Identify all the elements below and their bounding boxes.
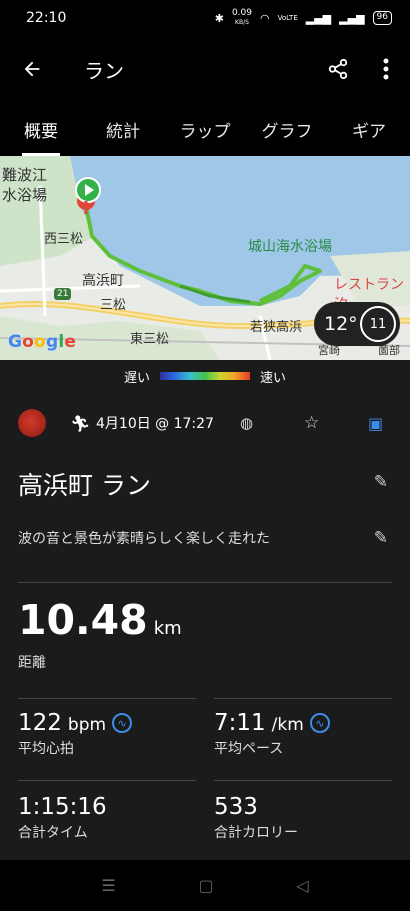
- tab-gear[interactable]: ギア: [328, 102, 410, 156]
- legend-slow-label: 遅い: [123, 370, 150, 386]
- more-vert-icon: [383, 58, 389, 80]
- map-label-shiroyama: 城山海水浴場: [248, 239, 332, 255]
- hr-unit: bpm: [67, 715, 107, 735]
- stat-pace: 7:11/km ∿ 平均ペース: [214, 710, 392, 770]
- map-label-takahama: 高浜町: [82, 273, 124, 289]
- heart-rate-zone-icon[interactable]: ∿: [112, 713, 133, 733]
- calories-value: 533: [214, 794, 258, 820]
- stat-total-time: 1:15:16 合計タイム: [18, 794, 196, 854]
- edit-title-icon[interactable]: ✎: [374, 472, 388, 492]
- uv-index-icon: 11: [360, 306, 396, 342]
- menu-icon[interactable]: ☰: [101, 876, 115, 895]
- calories-label: 合計カロリー: [214, 825, 298, 841]
- tab-bar: 概要 統計 ラップ グラフ ギア: [0, 102, 410, 156]
- back-triangle-icon[interactable]: ◁: [296, 876, 308, 895]
- signal-icon: ▂▄▆: [305, 11, 332, 25]
- run-icon: 🏃︎: [70, 413, 91, 433]
- pace-label: 平均ペース: [214, 741, 284, 757]
- stat-heart-rate: 122 bpm ∿ 平均心拍: [18, 710, 196, 770]
- edit-description-icon[interactable]: ✎: [374, 528, 388, 548]
- google-logo: Google: [8, 332, 77, 352]
- tab-overview[interactable]: 概要: [0, 102, 82, 156]
- divider: [214, 780, 392, 781]
- status-bar: 22:10 ✱ 0.09 KB/S ◠ VoLTE ▂▄▆ ▂▄▆ 96: [0, 0, 410, 36]
- distance-unit: km: [153, 618, 182, 639]
- page-title: ラン: [84, 58, 124, 83]
- avatar[interactable]: [18, 409, 46, 437]
- map-label-higashimitsumatsu: 東三松: [130, 332, 170, 347]
- activity-meta-row: 🏃︎ 4月10日 @ 17:27 ◍ ☆ ▣: [0, 402, 410, 444]
- weather-badge[interactable]: 12° 11: [314, 302, 400, 346]
- more-options-button[interactable]: [362, 36, 410, 102]
- divider: [214, 698, 392, 699]
- star-icon[interactable]: ☆: [304, 413, 319, 433]
- map-label-nishimitsumatsu: 西三松: [44, 232, 84, 247]
- speed-gradient-bar: [160, 372, 250, 380]
- back-button[interactable]: [0, 36, 64, 102]
- map-label-nanbae: 難波江: [2, 166, 48, 184]
- app-bar: ラン: [0, 36, 410, 102]
- bluetooth-icon: ✱: [214, 11, 224, 25]
- globe-icon[interactable]: ◍: [240, 414, 253, 432]
- battery-icon: 96: [372, 11, 392, 25]
- pace-value: 7:11: [214, 710, 266, 736]
- distance-number: 10.48: [18, 596, 148, 644]
- system-nav-bar: ☰ ▢ ◁: [0, 860, 410, 911]
- activity-summary: 🏃︎ 4月10日 @ 17:27 ◍ ☆ ▣ 高浜町 ラン ✎ 波の音と景色が素…: [0, 392, 410, 860]
- divider: [18, 780, 196, 781]
- map-label-swim-left: 水浴場: [2, 186, 48, 204]
- hr-label: 平均心拍: [18, 741, 74, 757]
- activity-title: 高浜町 ラン: [18, 471, 151, 500]
- volte-icon: VoLTE: [277, 14, 298, 22]
- speed-legend: 遅い 速い: [0, 360, 410, 392]
- status-icons: ✱ 0.09 KB/S ◠ VoLTE ▂▄▆ ▂▄▆ 96: [215, 9, 392, 27]
- divider: [18, 698, 196, 699]
- route-map[interactable]: 難波江 水浴場 西三松 城山海水浴場 高浜町 レストラン汐 三松 21 東三松 …: [0, 156, 410, 360]
- home-icon[interactable]: ▢: [198, 876, 213, 895]
- share-button[interactable]: [314, 36, 362, 102]
- status-time: 22:10: [26, 10, 67, 26]
- tab-stats[interactable]: 統計: [82, 102, 164, 156]
- stat-calories: 533 合計カロリー: [214, 794, 392, 854]
- signal-icon-2: ▂▄▆: [339, 11, 365, 25]
- tab-graphs[interactable]: グラフ: [246, 102, 328, 156]
- map-label-mitsumatsu: 三松: [100, 298, 127, 313]
- hr-value: 122: [18, 710, 62, 736]
- activity-date: 4月10日 @ 17:27: [96, 416, 214, 432]
- share-icon: [328, 58, 348, 80]
- activity-description: 波の音と景色が素晴らしく楽しく走れた: [18, 531, 270, 547]
- distance-label: 距離: [18, 655, 46, 671]
- map-label-route21: 21: [54, 288, 72, 300]
- map-label-wakasa: 若狭高浜: [250, 320, 303, 335]
- wifi-icon: ◠: [259, 11, 270, 25]
- add-photo-icon[interactable]: ▣: [368, 414, 383, 433]
- temperature-text: 12°: [324, 313, 358, 335]
- distance-value: 10.48 km: [18, 596, 182, 644]
- pace-zone-icon[interactable]: ∿: [309, 713, 330, 733]
- network-speed: 0.09 KB/S: [231, 8, 252, 27]
- tab-laps[interactable]: ラップ: [164, 102, 246, 156]
- time-label: 合計タイム: [18, 825, 88, 841]
- legend-fast-label: 速い: [260, 370, 287, 386]
- pace-unit: /km: [271, 715, 304, 735]
- divider: [18, 582, 392, 583]
- time-value: 1:15:16: [18, 794, 107, 820]
- arrow-back-icon: [24, 61, 40, 77]
